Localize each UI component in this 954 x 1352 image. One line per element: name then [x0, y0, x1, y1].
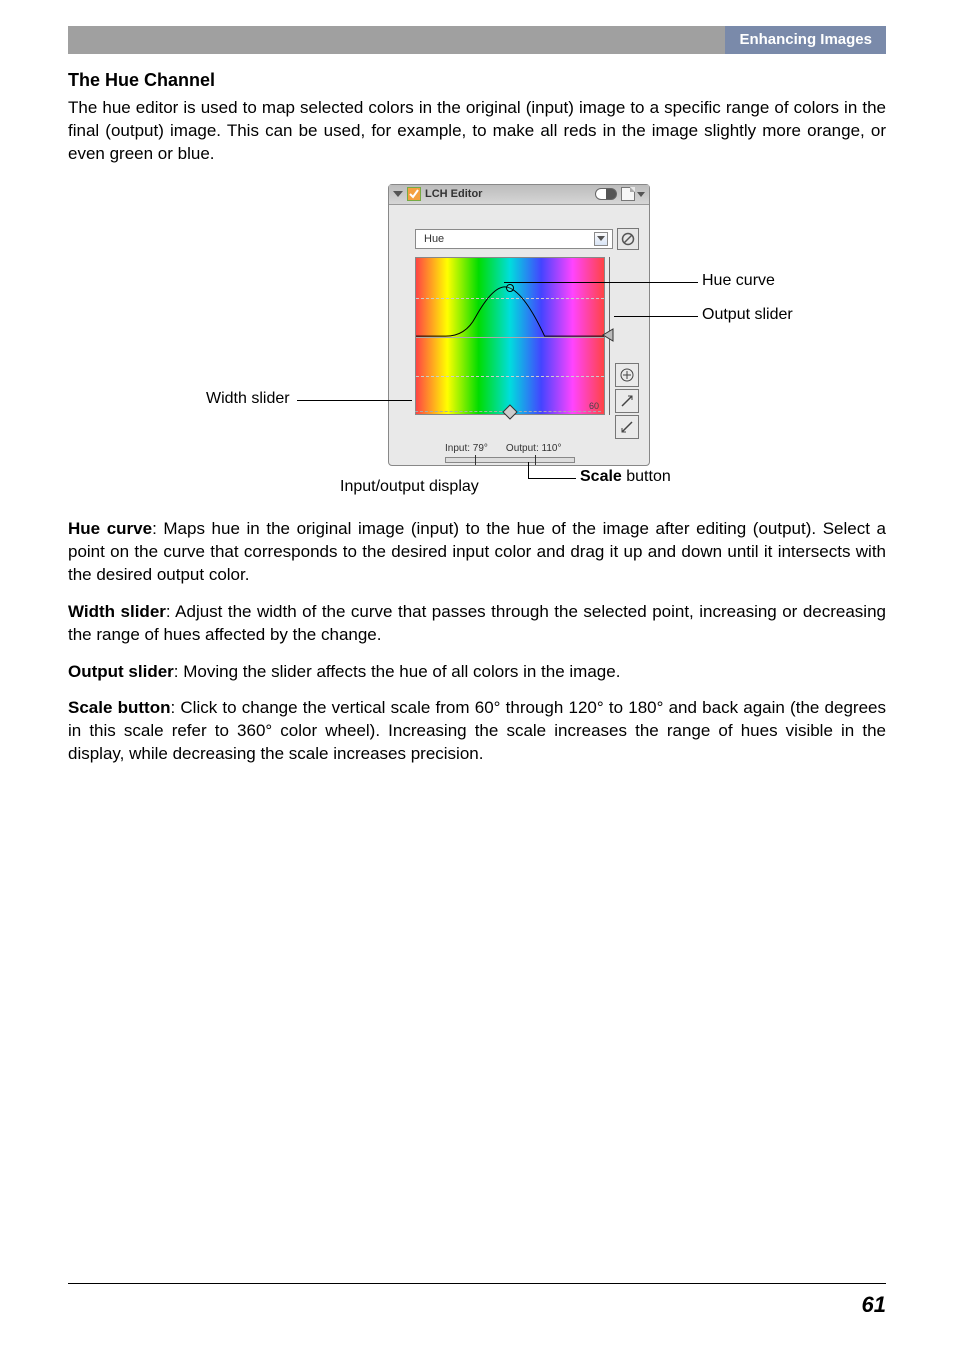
lch-editor-panel: LCH Editor Hue — [388, 184, 650, 466]
no-symbol-icon — [621, 232, 635, 246]
callout-line — [504, 282, 698, 283]
io-display: Input: 79° Output: 110° — [445, 443, 561, 454]
def-width-slider: Width slider: Adjust the width of the cu… — [68, 601, 886, 647]
width-slider-handle[interactable] — [503, 405, 517, 419]
output-slider-handle[interactable] — [603, 329, 613, 341]
scale-button-label: Scale button — [580, 468, 671, 486]
reset-button[interactable] — [617, 228, 639, 250]
hue-curve-area[interactable] — [415, 257, 605, 415]
io-slider-bar[interactable] — [445, 457, 575, 463]
toggle-pill-icon[interactable] — [595, 188, 617, 200]
chevron-down-icon[interactable] — [594, 232, 608, 246]
scale-readout: 60 — [589, 401, 599, 411]
document-icon[interactable] — [621, 187, 635, 201]
page-number: 61 — [862, 1292, 886, 1318]
footer-rule — [68, 1283, 886, 1284]
header-band: Enhancing Images — [68, 26, 886, 54]
panel-title-text: LCH Editor — [425, 188, 482, 200]
collapse-icon[interactable] — [393, 191, 403, 197]
input-tick — [475, 455, 476, 465]
scale-icon — [620, 394, 634, 408]
scale-down-button[interactable] — [615, 415, 639, 439]
callout-line — [528, 478, 576, 479]
hue-curve-label: Hue curve — [702, 272, 775, 290]
channel-dropdown[interactable]: Hue — [415, 229, 613, 249]
figure: LCH Editor Hue — [68, 180, 886, 510]
callout-line — [297, 400, 412, 401]
width-slider-label: Width slider — [206, 390, 290, 408]
menu-icon[interactable] — [637, 192, 645, 197]
scale-button[interactable] — [615, 389, 639, 413]
callout-line — [528, 462, 529, 478]
def-scale-button: Scale button: Click to change the vertic… — [68, 697, 886, 766]
scale-down-icon — [620, 420, 634, 434]
page-heading: The Hue Channel — [68, 70, 886, 91]
def-hue-curve: Hue curve: Maps hue in the original imag… — [68, 518, 886, 587]
output-tick — [535, 455, 536, 465]
plus-circle-icon — [620, 368, 634, 382]
output-slider-label: Output slider — [702, 306, 793, 324]
def-output-slider: Output slider: Moving the slider affects… — [68, 661, 886, 684]
add-point-button[interactable] — [615, 363, 639, 387]
panel-titlebar[interactable]: LCH Editor — [389, 185, 649, 205]
curve-point[interactable] — [506, 284, 514, 292]
callout-line — [614, 316, 698, 317]
io-display-label: Input/output display — [340, 478, 479, 496]
dropdown-value: Hue — [424, 233, 444, 245]
intro-paragraph: The hue editor is used to map selected c… — [68, 97, 886, 166]
section-tab: Enhancing Images — [725, 26, 886, 54]
checkbox-icon[interactable] — [407, 187, 421, 201]
input-value: Input: 79° — [445, 443, 488, 454]
output-value: Output: 110° — [506, 443, 562, 454]
